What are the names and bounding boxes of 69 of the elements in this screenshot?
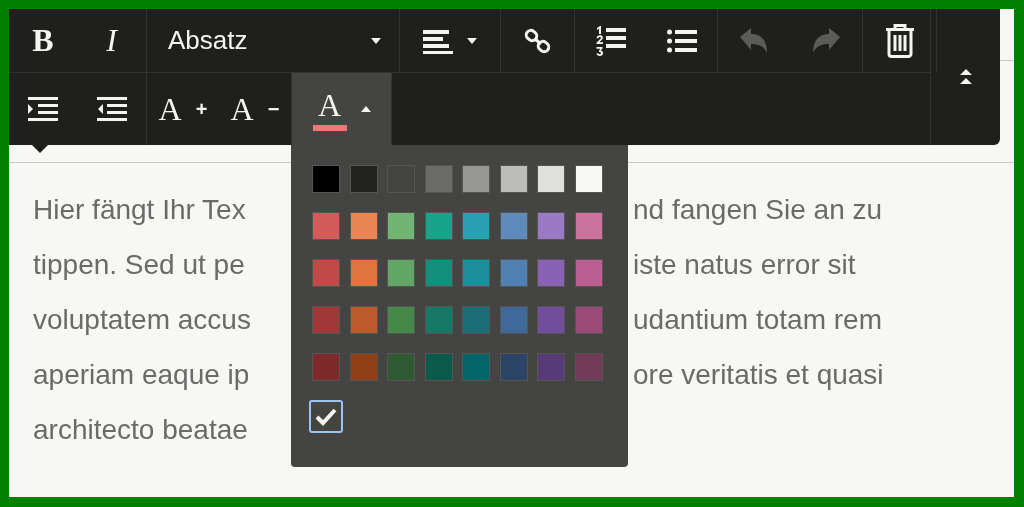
color-swatch[interactable] bbox=[499, 165, 528, 193]
color-swatch[interactable] bbox=[312, 259, 340, 287]
body-text: voluptatem accus bbox=[33, 303, 251, 336]
color-swatch[interactable] bbox=[462, 259, 490, 287]
outdent-icon bbox=[96, 97, 127, 121]
color-swatch[interactable] bbox=[574, 306, 603, 334]
italic-button[interactable]: I bbox=[77, 9, 146, 72]
trash-icon bbox=[884, 23, 915, 58]
color-swatch[interactable] bbox=[424, 306, 453, 334]
increase-font-button[interactable]: A$^{+}$ bbox=[147, 73, 219, 145]
color-swatch[interactable] bbox=[537, 306, 565, 334]
body-text: tippen. Sed ut pe bbox=[33, 248, 245, 281]
bold-button[interactable]: B bbox=[9, 9, 77, 72]
paragraph-style-dropdown[interactable]: Absatz bbox=[147, 9, 399, 72]
undo-icon bbox=[740, 27, 768, 54]
color-swatch[interactable] bbox=[499, 259, 528, 287]
indent-icon bbox=[28, 97, 58, 121]
color-swatch[interactable] bbox=[312, 165, 340, 193]
color-swatch[interactable] bbox=[462, 212, 490, 240]
color-swatch[interactable] bbox=[537, 165, 565, 193]
body-text: ore veritatis et quasi bbox=[633, 358, 884, 391]
redo-icon bbox=[812, 27, 840, 54]
align-left-icon bbox=[423, 27, 453, 54]
color-swatch[interactable] bbox=[387, 259, 415, 287]
color-swatch[interactable] bbox=[424, 259, 453, 287]
body-text: architecto beatae bbox=[33, 413, 248, 446]
numbered-list-icon bbox=[594, 24, 627, 57]
caret-icon bbox=[360, 106, 371, 112]
color-swatch[interactable] bbox=[349, 212, 378, 240]
color-swatch[interactable] bbox=[574, 165, 603, 193]
color-swatch[interactable] bbox=[537, 353, 565, 381]
color-swatch[interactable] bbox=[499, 212, 528, 240]
color-swatch[interactable] bbox=[349, 306, 378, 334]
caret-icon bbox=[467, 37, 477, 44]
body-text: iste natus error sit bbox=[633, 248, 856, 281]
body-text: nd fangen Sie an zu bbox=[633, 193, 883, 226]
color-swatch[interactable] bbox=[462, 165, 490, 193]
collapse-icon bbox=[959, 69, 972, 85]
bulleted-list-icon bbox=[666, 28, 697, 53]
color-swatch[interactable] bbox=[312, 306, 340, 334]
confirm-button[interactable] bbox=[309, 400, 343, 433]
color-swatch[interactable] bbox=[387, 353, 415, 381]
text-color-button[interactable]: A bbox=[292, 73, 391, 145]
color-swatch[interactable] bbox=[387, 212, 415, 240]
color-swatch[interactable] bbox=[574, 212, 603, 240]
color-swatch[interactable] bbox=[387, 306, 415, 334]
color-swatch[interactable] bbox=[424, 165, 453, 193]
color-swatch[interactable] bbox=[312, 353, 340, 381]
color-swatch[interactable] bbox=[424, 353, 453, 381]
color-swatch[interactable] bbox=[537, 259, 565, 287]
checkmark-icon bbox=[315, 407, 337, 426]
caret-icon bbox=[371, 37, 381, 44]
color-swatch[interactable] bbox=[574, 353, 603, 381]
body-text: udantium totam rem bbox=[633, 303, 882, 336]
link-icon bbox=[523, 26, 552, 55]
color-swatch[interactable] bbox=[499, 306, 528, 334]
body-text: aperiam eaque ip bbox=[33, 358, 250, 391]
color-swatch[interactable] bbox=[537, 212, 565, 240]
color-swatch[interactable] bbox=[349, 259, 378, 287]
color-swatch[interactable] bbox=[462, 353, 490, 381]
color-swatch[interactable] bbox=[574, 259, 603, 287]
decrease-font-button[interactable]: A$^{−}$ bbox=[219, 73, 291, 145]
color-swatch[interactable] bbox=[462, 306, 490, 334]
color-swatch[interactable] bbox=[312, 212, 340, 240]
color-swatch[interactable] bbox=[424, 212, 453, 240]
color-swatch[interactable] bbox=[499, 353, 528, 381]
body-text: Hier fängt Ihr Tex bbox=[33, 193, 246, 226]
color-swatch[interactable] bbox=[349, 165, 378, 193]
color-swatch[interactable] bbox=[349, 353, 378, 381]
